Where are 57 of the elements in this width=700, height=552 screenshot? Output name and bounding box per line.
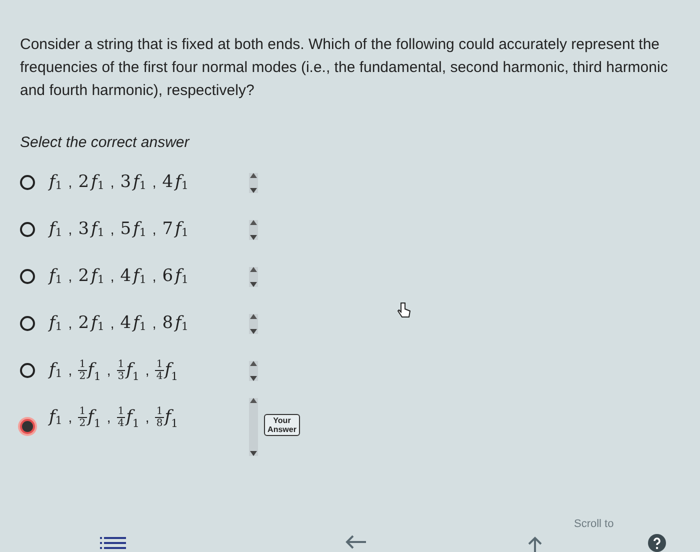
- math-term: f1: [49, 268, 62, 285]
- separator-text: ,: [68, 267, 72, 286]
- math-term: 3f1: [78, 221, 104, 238]
- separator-text: ,: [110, 314, 114, 333]
- stepper-icon[interactable]: [249, 172, 258, 192]
- math-term: 4f1: [120, 315, 146, 332]
- help-icon[interactable]: [648, 534, 666, 552]
- math-term: 4f1: [162, 174, 188, 191]
- math-term: 2f1: [78, 268, 104, 285]
- separator-text: ,: [68, 408, 72, 427]
- question-text: Consider a string that is fixed at both ends. Which of the following could accurately represent the frequencies of the first four normal modes (i.e., the fundamental, second harmonic, third harmonic and fourth harmonic), respectively?: [20, 35, 669, 101]
- separator-text: ,: [68, 361, 72, 380]
- radio-button[interactable]: [20, 419, 35, 434]
- list-icon[interactable]: [100, 536, 126, 550]
- math-term: 7f1: [162, 221, 188, 238]
- stepper-icon[interactable]: [249, 266, 258, 286]
- math-term: 2f1: [78, 174, 104, 191]
- separator-text: ,: [152, 173, 156, 192]
- separator-text: ,: [110, 220, 114, 239]
- math-term: 2f1: [78, 315, 104, 332]
- separator-text: ,: [152, 267, 156, 286]
- math-term: f1: [49, 174, 62, 191]
- math-term: 8f1: [162, 315, 188, 332]
- separator-text: ,: [106, 361, 111, 380]
- math-term: f1: [49, 221, 62, 238]
- math-term: f1: [49, 315, 62, 332]
- radio-button[interactable]: [20, 363, 35, 378]
- answer-badge: Your Answer: [264, 414, 300, 436]
- radio-button[interactable]: [20, 316, 35, 331]
- math-term: f1: [49, 409, 62, 426]
- pointer-icon: [397, 302, 411, 319]
- radio-button[interactable]: [20, 222, 35, 237]
- math-term: 4f1: [120, 268, 146, 285]
- instruction-text: Select the correct answer: [20, 133, 191, 153]
- separator-text: ,: [145, 361, 150, 380]
- math-term: f1: [49, 362, 62, 379]
- radio-button[interactable]: [20, 175, 35, 190]
- separator-text: ,: [152, 220, 156, 239]
- separator-text: ,: [110, 173, 114, 192]
- separator-text: ,: [68, 314, 72, 333]
- up-arrow-icon[interactable]: [528, 536, 542, 552]
- separator-text: ,: [145, 408, 150, 427]
- stepper-icon[interactable]: [249, 398, 258, 456]
- back-arrow-icon[interactable]: [345, 535, 367, 549]
- scroll-label: Scroll to: [574, 517, 614, 532]
- math-term: 5f1: [120, 221, 146, 238]
- stepper-icon[interactable]: [249, 220, 258, 240]
- math-term: 3f1: [120, 174, 146, 191]
- separator-text: ,: [68, 220, 72, 239]
- separator-text: ,: [68, 173, 72, 192]
- stepper-icon[interactable]: [249, 314, 258, 334]
- math-term: 6f1: [162, 268, 188, 285]
- radio-button[interactable]: [20, 269, 35, 284]
- separator-text: ,: [106, 408, 111, 427]
- separator-text: ,: [152, 314, 156, 333]
- stepper-icon[interactable]: [249, 360, 258, 380]
- separator-text: ,: [110, 267, 114, 286]
